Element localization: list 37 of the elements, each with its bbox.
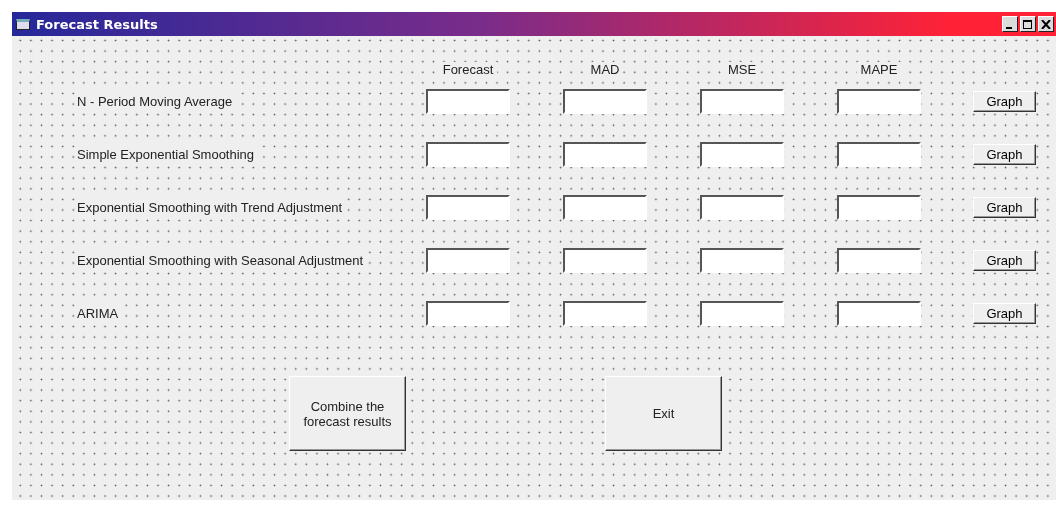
input-field[interactable] — [700, 142, 784, 167]
method-label: N - Period Moving Average — [75, 92, 235, 111]
method-label: Exponential Smoothing with Seasonal Adjustment — [75, 251, 366, 270]
input-field[interactable] — [837, 301, 921, 326]
minimize-icon[interactable] — [1002, 16, 1018, 32]
input-field[interactable] — [563, 248, 647, 273]
input-field[interactable] — [426, 142, 510, 167]
input-field[interactable] — [700, 301, 784, 326]
combine-button[interactable]: Combine the forecast results — [289, 376, 406, 451]
input-field[interactable] — [563, 195, 647, 220]
input-field[interactable] — [563, 301, 647, 326]
graph-button[interactable]: Graph — [973, 303, 1036, 324]
input-field[interactable] — [700, 195, 784, 220]
input-field[interactable] — [563, 142, 647, 167]
input-field[interactable] — [700, 248, 784, 273]
input-field[interactable] — [426, 301, 510, 326]
maximize-icon[interactable] — [1020, 16, 1036, 32]
method-label: Simple Exponential Smoothing — [75, 145, 257, 164]
input-field[interactable] — [700, 89, 784, 114]
input-field[interactable] — [837, 142, 921, 167]
input-field[interactable] — [426, 89, 510, 114]
window-icon — [16, 18, 30, 30]
input-field[interactable] — [837, 195, 921, 220]
exit-button[interactable]: Exit — [605, 376, 722, 451]
graph-button[interactable]: Graph — [973, 250, 1036, 271]
graph-button[interactable]: Graph — [973, 144, 1036, 165]
column-header: MAPE — [856, 62, 902, 77]
window-title: Forecast Results — [36, 16, 158, 32]
graph-button[interactable]: Graph — [973, 91, 1036, 112]
input-field[interactable] — [426, 195, 510, 220]
input-field[interactable] — [426, 248, 510, 273]
input-field[interactable] — [837, 89, 921, 114]
graph-button[interactable]: Graph — [973, 197, 1036, 218]
input-field[interactable] — [837, 248, 921, 273]
method-label: Exponential Smoothing with Trend Adjustment — [75, 198, 345, 217]
close-icon[interactable] — [1038, 16, 1054, 32]
input-field[interactable] — [563, 89, 647, 114]
